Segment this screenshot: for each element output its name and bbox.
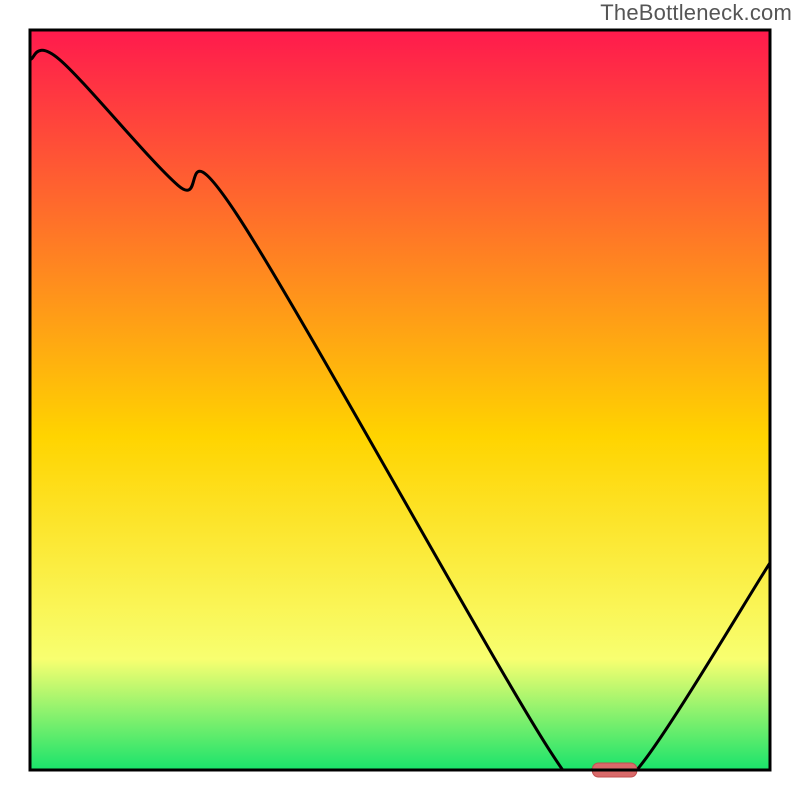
plot-background — [30, 30, 770, 770]
bottleneck-chart — [0, 0, 800, 800]
chart-container: TheBottleneck.com — [0, 0, 800, 800]
watermark-text: TheBottleneck.com — [600, 0, 792, 26]
